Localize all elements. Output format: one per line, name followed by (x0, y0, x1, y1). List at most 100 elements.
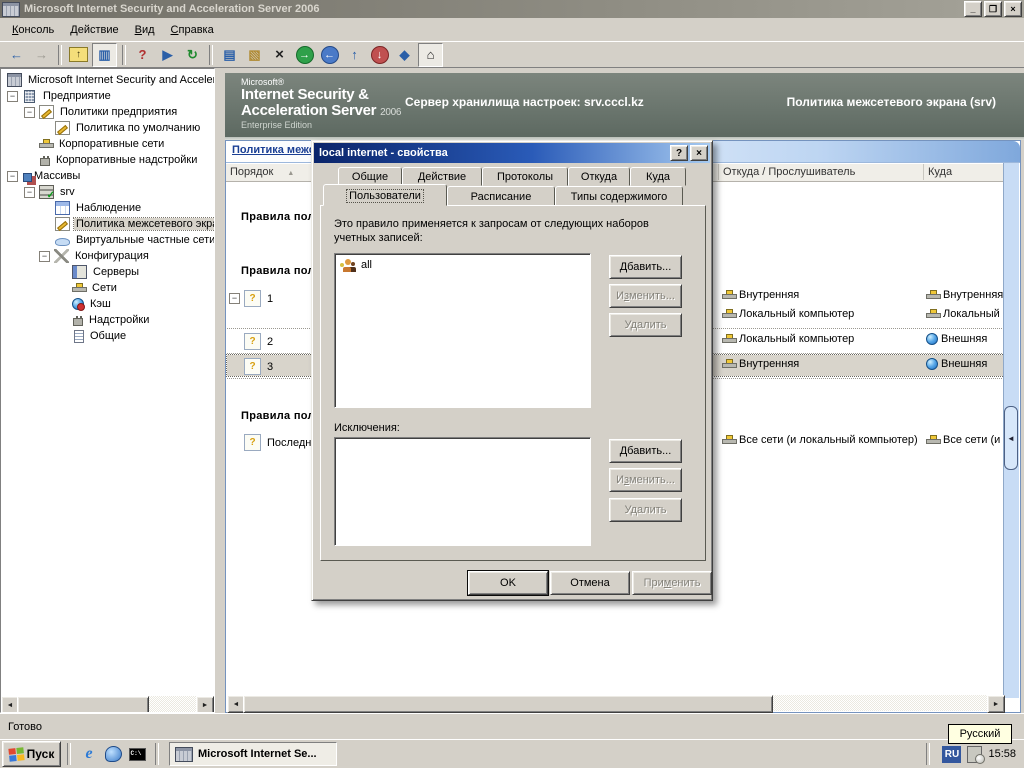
apply-changes-icon[interactable]: → (293, 44, 316, 66)
tab-content-types[interactable]: Типы содержимого (555, 186, 683, 206)
show-hide-tree-icon[interactable]: ▥ (92, 43, 117, 67)
pane-splitter[interactable] (215, 68, 225, 713)
back-icon[interactable]: ← (5, 44, 28, 66)
rule1-from-1[interactable]: Внутренняя (722, 289, 922, 301)
collapse-icon[interactable] (24, 187, 35, 198)
scroll-thumb[interactable] (17, 696, 149, 713)
start-button[interactable]: Пуск (2, 741, 61, 767)
remove-exception-button[interactable]: Удалить (609, 498, 682, 522)
tree-item-configuration[interactable]: Конфигурация (3, 248, 214, 264)
tree-item-addins[interactable]: Надстройки (3, 312, 214, 328)
apply-button[interactable]: Применить (632, 571, 712, 595)
properties-icon[interactable]: ▧ (243, 44, 266, 66)
tab-users[interactable]: Пользователи (323, 184, 447, 206)
rule3-from[interactable]: Внутренняя (722, 358, 922, 370)
restore-button[interactable]: ❐ (984, 1, 1002, 17)
tree-item-servers[interactable]: Серверы (3, 264, 214, 280)
taskpane-splitter[interactable]: ◄ (1003, 163, 1019, 698)
results-hscrollbar[interactable]: ◄ ► (227, 695, 1005, 711)
ie-quicklaunch-icon[interactable]: e (79, 744, 99, 764)
clock[interactable]: 15:58 (988, 748, 1016, 760)
menu-action[interactable]: Действие (62, 21, 126, 39)
tree-item-default-policy[interactable]: Политика по умолчанию (3, 120, 214, 136)
column-to[interactable]: Куда (924, 164, 1005, 180)
tree-item-corporate-networks[interactable]: Корпоративные сети (3, 136, 214, 152)
tree-item-cache[interactable]: Кэш (3, 296, 214, 312)
language-indicator[interactable]: RU (942, 746, 961, 763)
last-rule-to[interactable]: Все сети (и локальный компьютер) (926, 434, 1005, 446)
menu-view[interactable]: Вид (127, 21, 163, 39)
tree-item-firewall-policy[interactable]: Политика межсетевого экрана (3, 216, 214, 232)
command-prompt-icon[interactable]: C:\ (127, 744, 147, 764)
collapse-icon[interactable] (7, 171, 18, 182)
tab-protocols[interactable]: Протоколы (482, 167, 568, 186)
column-from[interactable]: Откуда / Прослушиватель (719, 164, 924, 180)
tree-item-vpn[interactable]: Виртуальные частные сети (3, 232, 214, 248)
tree-item-root[interactable]: Microsoft Internet Security and Acceler (3, 72, 214, 88)
tree-item-networks[interactable]: Сети (3, 280, 214, 296)
move-up-icon[interactable]: ↑ (343, 44, 366, 66)
ok-button[interactable]: OK (468, 571, 548, 595)
forward-icon[interactable]: → (30, 44, 53, 66)
scroll-thumb[interactable] (243, 695, 773, 713)
close-button[interactable]: × (1004, 1, 1022, 17)
rule1-from-2[interactable]: Локальный компьютер (722, 308, 922, 320)
expand-taskpane-icon[interactable]: ◄ (1004, 406, 1018, 470)
minimize-button[interactable]: _ (964, 1, 982, 17)
rule-row-2[interactable]: ? 2 (244, 333, 273, 350)
delete-icon[interactable]: × (268, 44, 291, 66)
enterprise-icon[interactable]: ⌂ (418, 43, 443, 67)
show-desktop-icon[interactable] (103, 744, 123, 764)
tree-hscrollbar[interactable]: ◄ ► (1, 696, 214, 712)
scroll-right-icon[interactable]: ► (987, 695, 1005, 713)
collapse-icon[interactable] (7, 91, 18, 102)
rule2-from[interactable]: Локальный компьютер (722, 333, 922, 345)
tab-to[interactable]: Куда (630, 167, 686, 186)
discard-changes-icon[interactable]: ← (318, 44, 341, 66)
cancel-button[interactable]: Отмена (550, 571, 630, 595)
tree-item-monitoring[interactable]: Наблюдение (3, 200, 214, 216)
edit-exception-button[interactable]: Изменить... (609, 468, 682, 492)
up-one-level-icon[interactable]: ↑ (67, 44, 90, 66)
add-button[interactable]: Дбавить... (609, 255, 682, 279)
tree-item-arrays[interactable]: Массивы (3, 168, 214, 184)
tree-item-corporate-addins[interactable]: Корпоративные надстройки (3, 152, 214, 168)
scroll-right-icon[interactable]: ► (196, 696, 214, 713)
refresh-icon[interactable]: ↻ (181, 44, 204, 66)
account-item-all[interactable]: all (339, 257, 586, 273)
column-order[interactable]: Порядок (226, 164, 315, 180)
rule1-to-1[interactable]: Внутренняя (926, 289, 1005, 301)
accounts-listbox[interactable]: all (334, 253, 591, 408)
collapse-icon[interactable] (24, 107, 35, 118)
export-list-icon[interactable]: ? (131, 44, 154, 66)
exceptions-listbox[interactable] (334, 437, 591, 546)
tree-item-srv[interactable]: srv (3, 184, 214, 200)
edit-button[interactable]: Изменить... (609, 284, 682, 308)
tab-schedule[interactable]: Расписание (447, 186, 555, 206)
tree-item-general[interactable]: Общие (3, 328, 214, 344)
menu-konsol[interactable]: Консоль (4, 21, 62, 39)
rule1-to-2[interactable]: Локальный компьютер (926, 308, 1005, 320)
tray-status-icon[interactable] (967, 746, 982, 763)
menu-help[interactable]: Справка (163, 21, 222, 39)
show-action-pane-icon[interactable]: ▶ (156, 44, 179, 66)
rule3-to[interactable]: Внешняя (926, 358, 1005, 370)
rule-row-3[interactable]: ? 3 (244, 358, 273, 375)
tree-item-enterprise-policies[interactable]: Политики предприятия (3, 104, 214, 120)
tree-item-enterprise[interactable]: Предприятие (3, 88, 214, 104)
rule-row-1[interactable]: ? 1 (229, 290, 273, 307)
help-icon[interactable]: ? (670, 145, 688, 161)
add-exception-button[interactable]: Дбавить... (609, 439, 682, 463)
move-down-icon[interactable]: ↓ (368, 44, 391, 66)
collapse-icon[interactable] (39, 251, 50, 262)
configure-icon[interactable]: ◆ (393, 44, 416, 66)
rule2-to[interactable]: Внешняя (926, 333, 1005, 345)
tab-from[interactable]: Откуда (568, 167, 630, 186)
remove-button[interactable]: Удалить (609, 313, 682, 337)
task-button-isa[interactable]: Microsoft Internet Se... (169, 742, 337, 766)
last-rule-row[interactable]: ? Последнее (244, 434, 317, 451)
last-rule-from[interactable]: Все сети (и локальный компьютер) (722, 434, 924, 446)
close-icon[interactable]: × (690, 145, 708, 161)
collapse-icon[interactable] (229, 293, 240, 304)
copy-icon[interactable]: ▤ (218, 44, 241, 66)
